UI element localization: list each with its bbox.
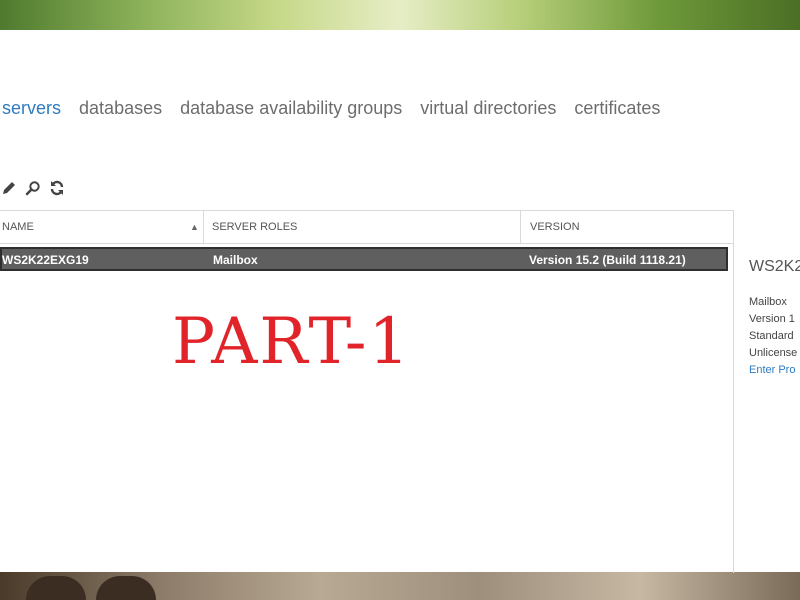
details-edition: Standard — [749, 330, 794, 342]
details-role: Mailbox — [749, 296, 787, 308]
edit-icon[interactable] — [0, 179, 18, 197]
server-roles-cell: Mailbox — [213, 253, 258, 267]
server-name-cell: WS2K22EXG19 — [2, 253, 89, 267]
column-header-server-roles[interactable]: SERVER ROLES — [212, 211, 297, 243]
sort-ascending-icon: ▲ — [190, 222, 199, 232]
column-header-name[interactable]: NAME — [2, 211, 34, 243]
version-cell: Version 15.2 (Build 1118.21) — [529, 253, 686, 267]
details-title: WS2K2 — [749, 258, 800, 275]
part-overlay-text: PART-1 — [172, 305, 412, 379]
tab-bar: servers databases database availability … — [2, 98, 673, 119]
background-photo-top — [0, 0, 800, 30]
column-separator[interactable] — [203, 211, 204, 243]
tab-database-availability-groups[interactable]: database availability groups — [180, 98, 402, 119]
details-pane: WS2K2 Mailbox Version 1 Standard Unlicen… — [734, 210, 800, 572]
column-header-version[interactable]: VERSION — [530, 211, 580, 243]
details-license: Unlicense — [749, 347, 798, 359]
refresh-icon[interactable] — [48, 179, 66, 197]
tab-servers[interactable]: servers — [2, 98, 61, 119]
search-icon[interactable] — [24, 179, 42, 197]
servers-grid: NAME ▲ SERVER ROLES VERSION WS2K22EXG19 … — [0, 210, 734, 573]
background-photo-bottom — [0, 572, 800, 600]
tab-databases[interactable]: databases — [79, 98, 162, 119]
animal-paw — [26, 576, 86, 600]
toolbar — [0, 178, 66, 198]
tab-virtual-directories[interactable]: virtual directories — [420, 98, 556, 119]
animal-paw — [96, 576, 156, 600]
grid-header: NAME ▲ SERVER ROLES VERSION — [0, 211, 733, 244]
details-version: Version 1 — [749, 313, 795, 325]
enter-product-key-link[interactable]: Enter Pro — [749, 364, 795, 376]
column-separator[interactable] — [520, 211, 521, 243]
exchange-admin-window: servers databases database availability … — [0, 30, 800, 573]
table-row[interactable]: WS2K22EXG19 Mailbox Version 15.2 (Build … — [0, 247, 728, 271]
tab-certificates[interactable]: certificates — [574, 98, 660, 119]
